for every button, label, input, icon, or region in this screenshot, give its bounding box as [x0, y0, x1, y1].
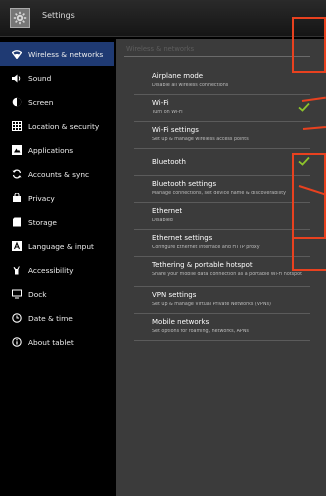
dock-icon	[11, 289, 22, 300]
panel-header: Wireless & networks	[126, 45, 195, 53]
sidebar-item-accounts-sync[interactable]: Accounts & sync	[0, 162, 114, 186]
sidebar-item-label: Accounts & sync	[28, 169, 90, 179]
setting-title: VPN settings	[152, 291, 197, 299]
sidebar-item-label: Date & time	[28, 313, 73, 323]
sidebar-item-wireless-networks[interactable]: Wireless & networks	[0, 42, 114, 66]
title-bar: Settings	[0, 0, 326, 37]
privacy-icon	[11, 193, 22, 204]
grid-lock-icon	[11, 121, 22, 132]
sidebar-item-label: Applications	[28, 145, 74, 155]
setting-vpn-settings[interactable]: VPN settings Set up & manage Virtual Pri…	[134, 287, 310, 314]
setting-summary: Disable all wireless connections	[152, 83, 229, 88]
setting-ethernet-settings[interactable]: Ethernet settings Configure Ethernet int…	[134, 230, 310, 257]
setting-title: Airplane mode	[152, 72, 204, 80]
setting-summary: Set options for roaming, networks, APNs	[152, 329, 249, 334]
sidebar-item-label: About tablet	[28, 337, 74, 347]
setting-bluetooth-settings[interactable]: Bluetooth settings Manage connections, s…	[134, 176, 310, 203]
sidebar-item-accessibility[interactable]: Accessibility	[0, 258, 114, 282]
setting-title: Ethernet settings	[152, 234, 213, 242]
sidebar-item-privacy[interactable]: Privacy	[0, 186, 114, 210]
accessibility-icon	[11, 265, 22, 276]
sidebar-item-dock[interactable]: Dock	[0, 282, 114, 306]
setting-summary: Set up & manage Virtual Private Networks…	[152, 302, 271, 307]
speaker-icon	[11, 73, 22, 84]
setting-title: Wi-Fi settings	[152, 126, 199, 134]
applications-icon	[11, 145, 22, 156]
setting-summary: Configure Ethernet interface and HTTP pr…	[152, 245, 260, 250]
setting-summary: Set up & manage wireless access points	[152, 137, 249, 142]
setting-title: Mobile networks	[152, 318, 210, 326]
sidebar-item-label: Storage	[28, 217, 57, 227]
sidebar-item-screen[interactable]: Screen	[0, 90, 114, 114]
storage-icon	[11, 217, 22, 228]
sidebar-item-label: Accessibility	[28, 265, 74, 275]
setting-tethering-hotspot[interactable]: Tethering & portable hotspot Share your …	[134, 257, 310, 287]
setting-title: Bluetooth settings	[152, 180, 217, 188]
clock-icon	[11, 313, 22, 324]
sidebar-item-label: Location & security	[28, 121, 100, 131]
callout-line-vertical	[292, 182, 294, 270]
sidebar-item-label: Privacy	[28, 193, 55, 203]
language-icon	[11, 241, 22, 252]
sidebar-item-language-input[interactable]: Language & input	[0, 234, 114, 258]
settings-detail-panel: Wireless & networks Airplane mode Disabl…	[116, 39, 326, 496]
setting-title: Ethernet	[152, 207, 183, 215]
setting-mobile-networks[interactable]: Mobile networks Set options for roaming,…	[134, 314, 310, 341]
sidebar-item-location-security[interactable]: Location & security	[0, 114, 114, 138]
settings-gear-icon	[10, 8, 30, 28]
setting-airplane-mode[interactable]: Airplane mode Disable all wireless conne…	[134, 68, 310, 95]
setting-ethernet[interactable]: Ethernet Disabled	[134, 203, 310, 230]
sidebar-item-applications[interactable]: Applications	[0, 138, 114, 162]
callout-bluetooth	[292, 153, 326, 239]
setting-title: Wi-Fi	[152, 99, 169, 107]
sidebar-item-about-tablet[interactable]: About tablet	[0, 330, 114, 354]
callout-line-ethernet-settings	[292, 269, 326, 271]
sidebar-item-label: Sound	[28, 73, 52, 83]
setting-title: Tethering & portable hotspot	[152, 261, 253, 269]
sidebar-item-storage[interactable]: Storage	[0, 210, 114, 234]
wifi-icon	[11, 49, 22, 60]
sidebar-item-label: Screen	[28, 97, 54, 107]
setting-summary: Turn on Wi-Fi	[152, 110, 183, 115]
sidebar-item-sound[interactable]: Sound	[0, 66, 114, 90]
setting-wifi[interactable]: Wi-Fi Turn on Wi-Fi	[134, 95, 310, 122]
setting-bluetooth[interactable]: Bluetooth	[134, 149, 310, 176]
sidebar-item-date-time[interactable]: Date & time	[0, 306, 114, 330]
info-icon	[11, 337, 22, 348]
callout-airplane-mode	[292, 17, 326, 73]
sidebar-item-label: Dock	[28, 289, 47, 299]
header-divider	[124, 56, 310, 57]
sidebar-item-label: Language & input	[28, 241, 94, 251]
settings-sidebar: Wireless & networks Sound Screen Locatio…	[0, 42, 114, 496]
setting-wifi-settings[interactable]: Wi-Fi settings Set up & manage wireless …	[134, 122, 310, 149]
brightness-icon	[11, 97, 22, 108]
sync-icon	[11, 169, 22, 180]
wifi-checkmark-icon[interactable]	[298, 102, 310, 112]
sidebar-item-label: Wireless & networks	[28, 49, 104, 59]
app-title: Settings	[42, 11, 75, 20]
setting-title: Bluetooth	[152, 158, 186, 166]
setting-summary: Share your mobile data connection as a p…	[152, 272, 302, 277]
